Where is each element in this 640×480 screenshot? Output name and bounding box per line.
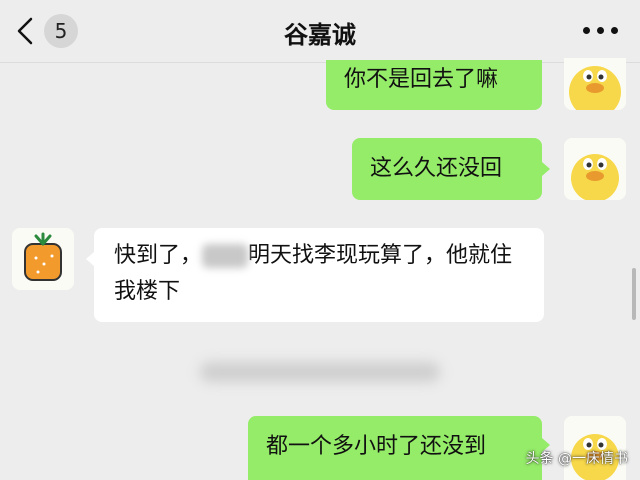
- chat-header: 5 谷嘉诚: [0, 0, 640, 63]
- message-bubble-received[interactable]: 快到了， 明天找李现玩算了，他就住我楼下: [94, 228, 544, 322]
- bubble-tail: [86, 252, 94, 266]
- my-avatar[interactable]: [564, 138, 626, 200]
- chat-title: 谷嘉诚: [284, 21, 356, 49]
- yellow-duck-avatar-icon: [569, 66, 621, 110]
- message-bubble-sent[interactable]: 这么久还没回: [352, 138, 542, 200]
- watermark: 头条 @一床情书: [525, 451, 628, 467]
- bubble-tail: [542, 162, 550, 176]
- message-text-part: 快到了，: [114, 243, 203, 268]
- more-button[interactable]: [583, 27, 619, 37]
- redacted-text: [202, 244, 249, 268]
- message-bubble-sent[interactable]: 你不是回去了嘛: [326, 60, 542, 110]
- orange-avatar-icon: [24, 232, 62, 281]
- message-bubble-sent[interactable]: 都一个多小时了还没到: [248, 416, 542, 480]
- contact-avatar[interactable]: [12, 228, 74, 290]
- my-avatar[interactable]: [564, 58, 626, 110]
- yellow-duck-avatar-icon: [571, 154, 619, 200]
- blurred-system-message: [200, 362, 440, 382]
- more-dots-icon: [583, 27, 590, 34]
- scrollbar[interactable]: [632, 268, 636, 320]
